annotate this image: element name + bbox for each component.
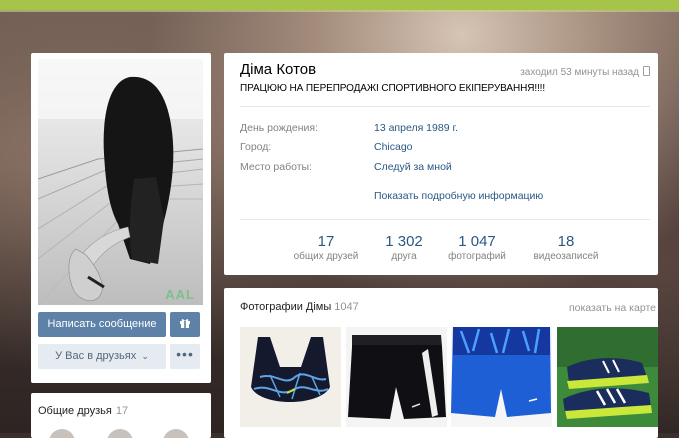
show-on-map-link[interactable]: показать на карте xyxy=(569,302,656,314)
counter-label: видеозаписей xyxy=(533,251,599,262)
photos-title-label: Фотографии Дімы xyxy=(240,301,332,313)
counter-value: 17 xyxy=(317,233,335,250)
photos-count: 1047 xyxy=(334,301,359,313)
black-shorts-photo xyxy=(346,327,447,427)
friend-avatar[interactable] xyxy=(107,429,133,438)
photo-thumb-sneakers[interactable] xyxy=(557,327,658,427)
friend-avatar[interactable] xyxy=(163,429,189,438)
photos-title[interactable]: Фотографии Дімы 1047 xyxy=(240,301,359,313)
photo-thumb-blue-shorts[interactable] xyxy=(451,327,552,427)
common-friends-label: Общие друзья xyxy=(38,405,112,417)
sports-bra-photo xyxy=(240,327,341,427)
counter-value: 18 xyxy=(557,233,575,250)
friends-status-button[interactable]: У Вас в друзьях ⌄ xyxy=(38,344,166,369)
friend-avatar[interactable] xyxy=(49,429,75,438)
counter-label: общих друзей xyxy=(293,251,359,262)
blue-shorts-photo xyxy=(451,327,552,427)
gift-icon xyxy=(180,319,190,328)
counter-photos[interactable]: 1 047 фотографий xyxy=(442,233,512,262)
chevron-down-icon: ⌄ xyxy=(141,351,149,361)
last-seen-status: заходил 53 минуты назад xyxy=(520,66,650,78)
counter-common-friends[interactable]: 17 общих друзей xyxy=(286,233,366,262)
profile-info-card: Діма Котов заходил 53 минуты назад ПРАЦЮ… xyxy=(224,53,658,275)
photo-thumb-sports-bra[interactable] xyxy=(240,327,341,427)
more-actions-button[interactable]: ••• xyxy=(170,344,200,369)
show-details-link[interactable]: Показать подробную информацию xyxy=(374,190,543,202)
common-friends-title[interactable]: Общие друзья 17 xyxy=(38,405,128,417)
photo-watermark: AAL xyxy=(165,287,195,302)
profile-name: Діма Котов xyxy=(240,61,317,78)
divider xyxy=(240,219,650,220)
common-friends-count: 17 xyxy=(115,405,129,417)
city-value[interactable]: Chicago xyxy=(374,141,413,153)
avatar-card: AAL Написать сообщение У Вас в друзьях ⌄… xyxy=(31,53,211,383)
counter-videos[interactable]: 18 видеозаписей xyxy=(524,233,608,262)
photo-thumb-black-shorts[interactable] xyxy=(346,327,447,427)
top-accent-bar xyxy=(0,0,679,10)
workplace-value[interactable]: Следуй за мной xyxy=(374,161,452,173)
top-accent-line xyxy=(0,10,679,12)
counter-value: 1 302 xyxy=(385,233,423,250)
gift-button[interactable] xyxy=(170,312,200,337)
counter-label: друга xyxy=(391,251,417,262)
send-message-button[interactable]: Написать сообщение xyxy=(38,312,166,337)
friends-status-label: У Вас в друзьях xyxy=(55,350,137,362)
birthday-label: День рождения: xyxy=(240,122,318,134)
birthday-value[interactable]: 13 апреля 1989 г. xyxy=(374,122,458,134)
profile-photo[interactable]: AAL xyxy=(38,59,203,305)
profile-photo-image xyxy=(38,59,203,305)
sneakers-photo xyxy=(557,327,658,427)
counter-label: фотографий xyxy=(448,251,506,262)
mobile-icon xyxy=(643,66,650,76)
divider xyxy=(240,106,650,107)
common-friends-card: Общие друзья 17 xyxy=(31,393,211,438)
counter-value: 1 047 xyxy=(458,233,496,250)
counter-friends[interactable]: 1 302 друга xyxy=(374,233,434,262)
city-label: Город: xyxy=(240,141,272,153)
last-seen-text: заходил 53 минуты назад xyxy=(520,67,639,78)
profile-status[interactable]: ПРАЦЮЮ НА ПЕРЕПРОДАЖІ СПОРТИВНОГО ЕКІПЕР… xyxy=(240,83,545,94)
workplace-label: Место работы: xyxy=(240,161,312,173)
photos-card: Фотографии Дімы 1047 показать на карте xyxy=(224,288,658,438)
